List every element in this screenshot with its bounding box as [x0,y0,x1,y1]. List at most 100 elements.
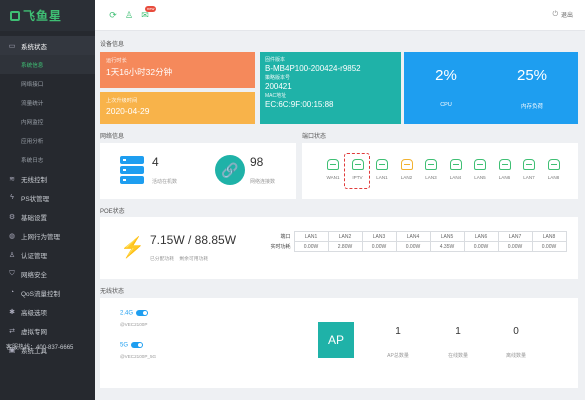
ap-offline-count: 0 [513,326,519,337]
sidebar-subitem-label: 系统信息 [21,62,44,69]
sidebar-item[interactable]: ▭ 系统状态 [0,36,95,55]
sidebar-subitem[interactable]: 系统日志 [0,150,95,169]
ethernet-port-icon [498,159,511,170]
port-lan8[interactable]: LAN8 [545,159,563,180]
poe-port-header: LAN8 [531,231,567,242]
sidebar-subitem[interactable]: 应用分析 [0,131,95,150]
poe-port-value: 0.00W [497,241,533,252]
poe-remain-label: 剩余可用功耗 [179,257,209,262]
sidebar: 飞鱼星 ▭ 系统状态系统信息网络接口流量统计内网监控应用分析系统日志 ≋ 无线控制 ϟ P… [0,0,95,400]
sidebar-item[interactable]: ϟ PS状管理 [0,188,95,207]
sidebar-item-label: 上网行为管理 [21,233,60,241]
sidebar-subitem-label: 应用分析 [21,138,44,145]
logout-label: 退出 [560,13,573,19]
sidebar-item[interactable]: ✱ 高级选项 [0,302,95,321]
ethernet-port-icon [425,159,437,170]
poe-port-header: LAN5 [429,231,465,242]
user-icon[interactable]: ♙ [123,9,135,21]
sidebar-item-label: 虚拟专网 [21,328,47,336]
message-icon[interactable]: ✉ new [139,6,157,21]
logo-icon [10,10,20,21]
poe-port-value: 0.00W [395,241,431,252]
network-info-title: 网络信息 [100,134,125,140]
ap-icon: AP [318,322,354,358]
device-info-title: 设备信息 [100,42,125,48]
band-5g-label: 5G [120,342,129,349]
hardware-value: 200421 [265,82,292,91]
firmware-value: B-MB4P100-200424-r9852 [265,64,361,73]
firmware-label: 固件版本 [265,57,286,63]
band-24g-toggle[interactable] [136,310,149,316]
ap-offline-label: 离线数量 [505,353,526,359]
sidebar-item[interactable]: ≋ 无线控制 [0,169,95,188]
sidebar-subitem-label: 流量统计 [21,100,44,107]
poe-port-value: 4.35W [429,241,465,252]
sidebar-item-label: 网络安全 [21,271,47,279]
port-lan4[interactable]: LAN4 [447,159,465,180]
ap-online-label: 在线数量 [447,353,468,359]
logo: 飞鱼星 [0,0,95,31]
sidebar-item[interactable]: ⇄ 虚拟专网 [0,321,95,340]
sidebar-subitem[interactable]: 内网监控 [0,112,95,131]
sidebar-subitem[interactable]: 流量统计 [0,93,95,112]
sidebar-item[interactable]: ⛉ 网络安全 [0,264,95,283]
network-info-panel: 4 活动在机数 🔗 98 网络连接数 [100,143,296,199]
vpn-icon: ⇄ [9,327,15,335]
ethernet-port-icon [474,159,486,170]
sidebar-item-label: QoS流量控制 [21,290,61,298]
settings-icon: ✱ [9,308,15,316]
mac-label: MAC地址 [265,93,287,99]
ethernet-port-icon [351,159,364,170]
ethernet-port-icon [327,159,339,170]
poe-port-header: LAN6 [463,231,499,242]
port-lan1[interactable]: LAN1 [373,159,391,180]
poe-header-label: 端口 [280,234,291,240]
sidebar-subitem[interactable]: 网络接口 [0,74,95,93]
notification-badge: new [145,6,157,12]
port-name: LAN2 [400,175,413,180]
ethernet-port-icon [547,159,560,170]
port-name: LAN1 [376,175,388,180]
port-name: LAN4 [449,175,462,180]
power-icon: ⏻ [552,10,558,18]
port-iptv[interactable]: IPTV [349,159,367,180]
port-name: LAN7 [523,175,535,180]
port-lan5[interactable]: LAN5 [471,159,489,180]
update-value: 2020-04-29 [106,106,150,116]
hotline-text: 客服热线：400-837-6665 [6,345,74,351]
sidebar-item-label: 系统状态 [21,43,47,51]
gauge-icon: ◔ [9,289,15,296]
port-name: LAN3 [425,175,437,180]
sidebar-item[interactable]: ♙ 认证管理 [0,245,95,264]
refresh-icon[interactable]: ⟳ [107,9,119,21]
port-wan1[interactable]: WAN1 [324,159,342,180]
band-5g-toggle[interactable] [131,342,144,348]
poe-port-value: 0.00W [293,241,329,252]
port-lan7[interactable]: LAN7 [520,159,538,180]
port-name: LAN5 [474,175,486,180]
online-count: 4 [152,155,159,169]
sidebar-subitem[interactable]: 系统信息 [0,55,95,74]
poe-port-header: LAN1 [293,231,329,242]
port-name: IPTV [352,175,363,180]
poe-port-value: 0.00W [531,241,567,252]
load-card: 2% CPU 25% 内存负荷 [404,52,578,124]
sidebar-item[interactable]: ⚙ 基础设置 [0,207,95,226]
logout-button[interactable]: ⏻ 退出 [552,10,573,20]
sidebar-subitem-label: 网络接口 [21,81,44,88]
sidebar-nav: ▭ 系统状态系统信息网络接口流量统计内网监控应用分析系统日志 ≋ 无线控制 ϟ PS状管理… [0,36,95,359]
poe-row-label: 实时功耗 [270,244,291,250]
port-lan2[interactable]: LAN2 [398,159,416,180]
cpu-value: 2% [435,67,457,84]
wireless-status-title: 无线状态 [100,289,125,295]
port-lan3[interactable]: LAN3 [422,159,440,180]
poe-panel: ⚡ 7.15W / 88.85W 已分配功耗 剩余可用功耗 端口 LAN1 LAN2… [100,217,578,279]
connection-label: 网络连接数 [250,179,276,185]
monitor-icon: ▭ [8,42,16,50]
sidebar-item[interactable]: ◔ QoS流量控制 [0,283,95,302]
globe-icon: ◍ [8,232,16,240]
user-icon: ♙ [8,251,16,259]
poe-port-header: LAN2 [327,231,363,242]
sidebar-item[interactable]: ◍ 上网行为管理 [0,226,95,245]
port-lan6[interactable]: LAN6 [496,159,514,180]
